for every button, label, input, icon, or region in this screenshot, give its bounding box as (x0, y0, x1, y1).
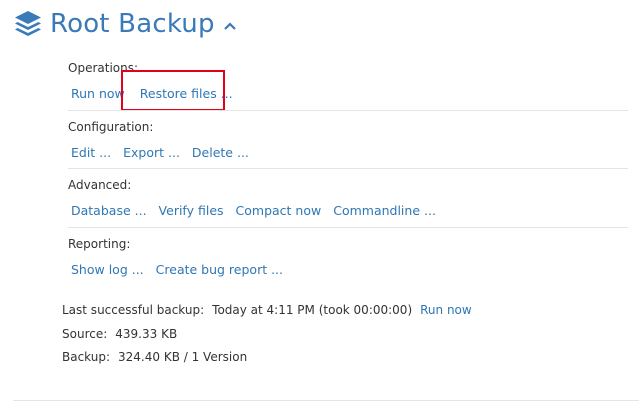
stack-layers-icon (15, 11, 41, 36)
backup-label: Backup: (62, 350, 111, 364)
verify-files-link[interactable]: Verify files (159, 203, 224, 218)
source-label: Source: (62, 327, 108, 341)
divider (68, 110, 628, 111)
restore-files-highlight (121, 70, 225, 111)
last-backup-row: Last successful backup: Today at 4:11 PM… (62, 300, 481, 320)
divider (68, 168, 628, 169)
configuration-title: Configuration: (68, 120, 154, 134)
show-log-link[interactable]: Show log ... (71, 262, 144, 277)
bottom-divider (13, 400, 639, 401)
chevron-up-icon[interactable] (223, 21, 237, 31)
database-link[interactable]: Database ... (71, 203, 147, 218)
backup-header: Root Backup (13, 5, 237, 43)
advanced-section: Advanced: Database ... Verify files Comp… (68, 176, 628, 220)
create-bug-report-link[interactable]: Create bug report ... (156, 262, 283, 277)
edit-link[interactable]: Edit ... (71, 145, 111, 160)
advanced-title: Advanced: (68, 178, 132, 192)
delete-link[interactable]: Delete ... (192, 145, 249, 160)
last-backup-label: Last successful backup: (62, 303, 205, 317)
reporting-title: Reporting: (68, 237, 131, 251)
commandline-link[interactable]: Commandline ... (333, 203, 436, 218)
run-now-link[interactable]: Run now (71, 86, 125, 101)
source-row: Source: 439.33 KB (62, 324, 177, 344)
backup-row: Backup: 324.40 KB / 1 Version (62, 347, 247, 367)
reporting-links: Show log ... Create bug report ... (68, 259, 628, 279)
last-backup-value: Today at 4:11 PM (took 00:00:00) (212, 303, 413, 317)
configuration-links: Edit ... Export ... Delete ... (68, 142, 628, 162)
export-link[interactable]: Export ... (123, 145, 180, 160)
source-value: 439.33 KB (115, 327, 178, 341)
divider (68, 227, 628, 228)
advanced-links: Database ... Verify files Compact now Co… (68, 200, 628, 220)
run-now-info-link[interactable]: Run now (420, 303, 472, 317)
configuration-section: Configuration: Edit ... Export ... Delet… (68, 118, 628, 162)
backup-value: 324.40 KB / 1 Version (118, 350, 248, 364)
compact-now-link[interactable]: Compact now (236, 203, 322, 218)
backup-title[interactable]: Root Backup (50, 9, 215, 39)
reporting-section: Reporting: Show log ... Create bug repor… (68, 235, 628, 279)
